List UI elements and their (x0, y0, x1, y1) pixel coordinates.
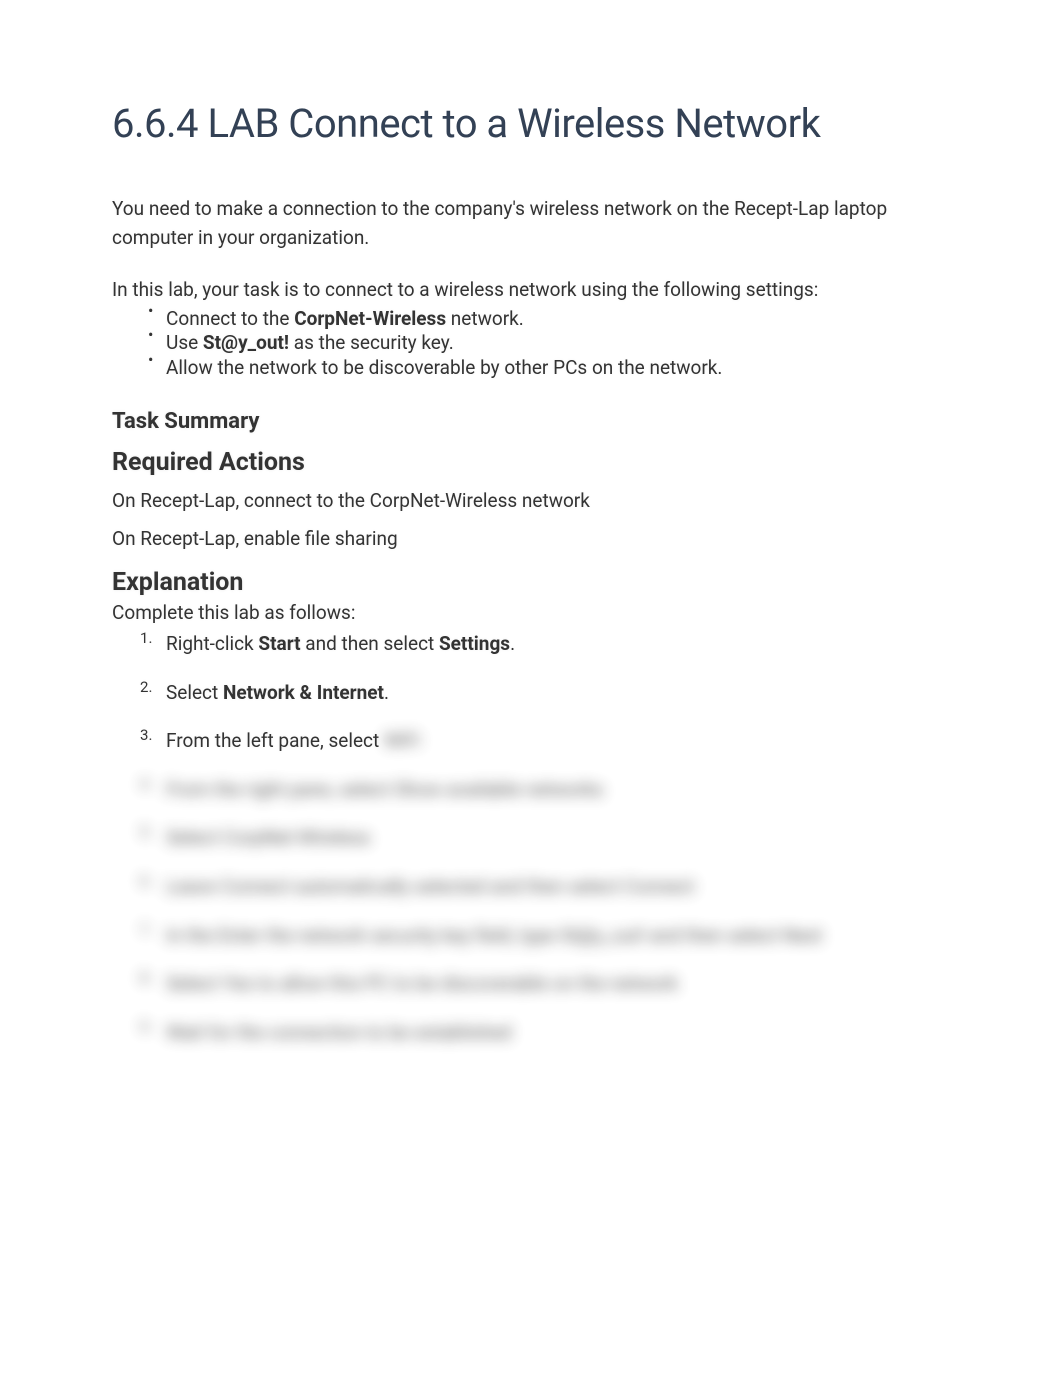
blurred-text: WiFi (384, 728, 421, 755)
step-item: From the left pane, select WiFi (166, 728, 950, 755)
text: Allow the network to be discoverable by … (166, 356, 722, 379)
blurred-text: Wait for the connection to be establishe… (166, 1021, 512, 1044)
step-item-blurred: In the Enter the network security key fi… (166, 923, 950, 950)
page-title: 6.6.4 LAB Connect to a Wireless Network (112, 100, 950, 147)
blurred-text: In the Enter the network security key fi… (166, 924, 822, 947)
blurred-text: From the right pane, select Show availab… (166, 778, 603, 801)
bold-text: Network & Internet (223, 681, 384, 704)
step-item: Right-click Start and then select Settin… (166, 631, 950, 658)
text: network. (446, 307, 524, 330)
text: as the security key. (289, 331, 454, 354)
step-item-blurred: Leave Connect automatically selected and… (166, 874, 950, 901)
text: Right-click (166, 632, 258, 655)
action-item: On Recept-Lap, connect to the CorpNet-Wi… (112, 487, 950, 516)
step-item-blurred: Wait for the connection to be establishe… (166, 1020, 950, 1047)
step-item-blurred: Select CorpNet-Wireless (166, 825, 950, 852)
list-item: Allow the network to be discoverable by … (166, 356, 950, 381)
list-item: Connect to the CorpNet-Wireless network. (166, 307, 950, 332)
step-item: Select Network & Internet. (166, 680, 950, 707)
required-actions-heading: Required Actions (112, 448, 950, 477)
steps-list: Right-click Start and then select Settin… (112, 631, 950, 1046)
bold-text: CorpNet-Wireless (294, 307, 446, 330)
bold-text: Settings (439, 632, 510, 655)
step-item-blurred: From the right pane, select Show availab… (166, 777, 950, 804)
text: and then select (301, 632, 439, 655)
intro-paragraph: You need to make a connection to the com… (112, 195, 950, 252)
text: Connect to the (166, 307, 294, 330)
text: . (384, 681, 389, 704)
explanation-intro: Complete this lab as follows: (112, 599, 950, 628)
settings-bullet-list: Connect to the CorpNet-Wireless network.… (112, 307, 950, 381)
action-item: On Recept-Lap, enable file sharing (112, 525, 950, 554)
blurred-text: Leave Connect automatically selected and… (166, 875, 695, 898)
text: Select (166, 681, 223, 704)
step-item-blurred: Select Yes to allow this PC to be discov… (166, 971, 950, 998)
text: From the left pane, select (166, 729, 384, 752)
text: . (510, 632, 515, 655)
explanation-heading: Explanation (112, 568, 950, 597)
bold-text: St@y_out! (203, 331, 289, 354)
task-intro: In this lab, your task is to connect to … (112, 276, 950, 305)
blurred-text: Select CorpNet-Wireless (166, 826, 370, 849)
list-item: Use St@y_out! as the security key. (166, 331, 950, 356)
bold-text: Start (258, 632, 300, 655)
task-summary-heading: Task Summary (112, 409, 950, 434)
blurred-text: Select Yes to allow this PC to be discov… (166, 972, 678, 995)
text: Use (166, 331, 203, 354)
